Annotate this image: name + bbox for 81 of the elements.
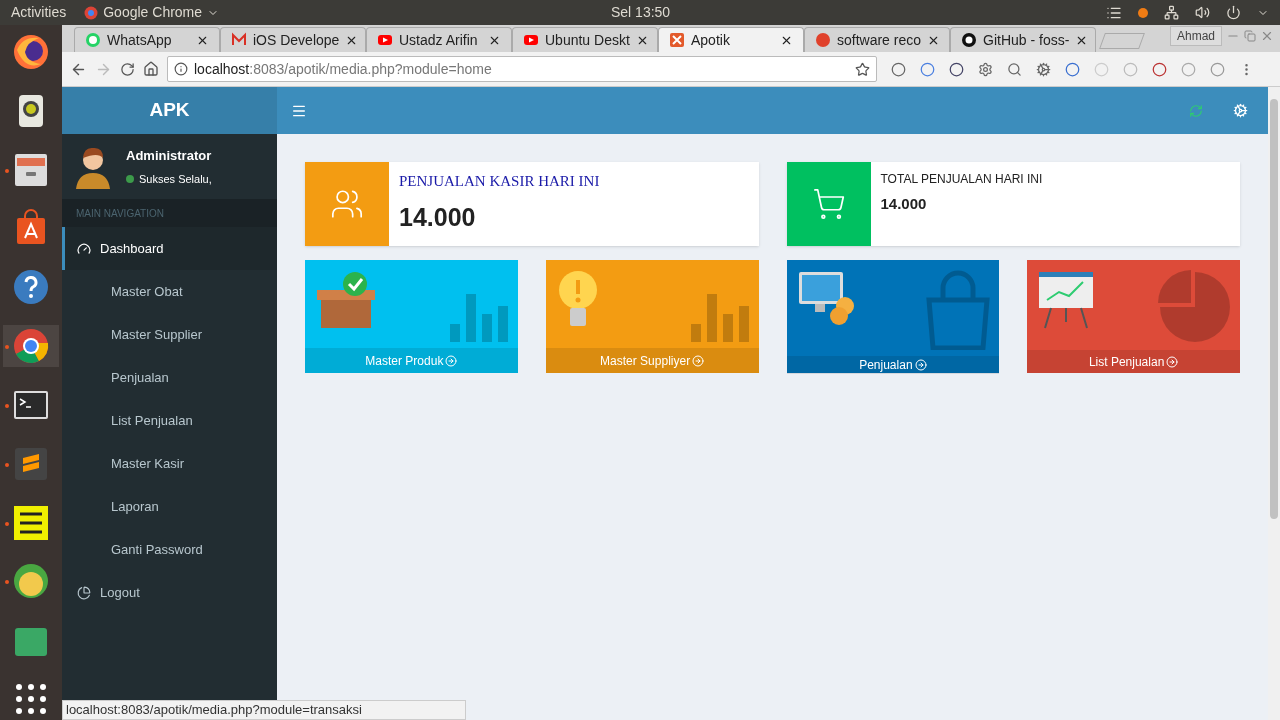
tab-title: software reco [837, 30, 922, 50]
browser-tab[interactable]: software reco [804, 27, 950, 52]
app-menu[interactable]: Google Chrome [84, 2, 220, 23]
running-indicator [5, 462, 9, 467]
running-indicator [5, 580, 9, 585]
dashboard-icon [77, 241, 91, 256]
tab-title: GitHub - foss- [983, 30, 1070, 50]
extension-icon[interactable] [978, 61, 993, 77]
browser-tab[interactable]: Ubuntu Deskt [512, 27, 658, 52]
tab-title: Apotik [691, 30, 730, 50]
arrow-circle-icon [445, 354, 458, 367]
home-icon[interactable] [143, 61, 159, 77]
tile-label: Penjualan [859, 357, 913, 374]
chart-board-icon [1037, 270, 1096, 330]
clock[interactable]: Sel 13:50 [611, 2, 671, 23]
scrollbar-thumb[interactable] [1270, 99, 1278, 519]
tile-footer[interactable]: Penjualan [786, 356, 1000, 374]
menu-item[interactable]: Logout [62, 571, 277, 614]
profile-button[interactable]: Ahmad [1169, 26, 1222, 46]
activities-button[interactable]: Activities [11, 2, 67, 23]
address-bar[interactable]: localhost:8083/apotik/media.php?module=home [167, 56, 877, 82]
tab-title: WhatsApp [107, 30, 172, 50]
extension-icon[interactable] [949, 61, 964, 77]
url-text: localhost:8083/apotik/media.php?module=home [194, 59, 492, 79]
power-icon[interactable] [1226, 5, 1241, 20]
tile-label: Master Suppliyer [600, 352, 691, 370]
settings-icon[interactable] [1233, 103, 1248, 118]
browser-tab[interactable]: GitHub - foss- [950, 27, 1096, 52]
extension-icon[interactable] [891, 61, 906, 77]
running-indicator [5, 345, 9, 350]
extension-icon[interactable] [1036, 61, 1051, 77]
extension-icon[interactable] [1065, 61, 1080, 77]
users-icon [330, 187, 364, 221]
volume-icon[interactable] [1195, 5, 1210, 20]
arrow-circle-icon [1166, 355, 1179, 368]
tile-label: List Penjualan [1088, 353, 1165, 371]
extension-icon[interactable] [1152, 61, 1167, 77]
play-icon [523, 32, 539, 48]
info-box-title: TOTAL PENJUALAN HARI INI [880, 171, 1043, 188]
user-name: Administrator [126, 146, 212, 165]
browser-tab[interactable]: WhatsApp [74, 27, 220, 52]
pie-chart-icon [1158, 270, 1232, 344]
cart-icon [811, 187, 846, 221]
tab-title: Ustadz Arifin [399, 30, 478, 50]
shortcut-tile[interactable]: Penjualan [786, 260, 1000, 373]
mail-icon [231, 32, 247, 48]
bookmark-star-icon[interactable] [855, 61, 870, 77]
user-status: Sukses Selalu, [139, 172, 212, 187]
tile-label: Master Produk [365, 352, 444, 370]
network-icon[interactable] [1164, 5, 1179, 20]
info-box-value: 14.000 [399, 201, 477, 233]
arrow-circle-icon [914, 359, 927, 371]
square-logo-icon [669, 32, 685, 48]
play-icon [377, 32, 393, 48]
status-bubble: localhost:8083/apotik/media.php?module=transaksi [62, 700, 466, 720]
reload-icon[interactable] [120, 61, 135, 77]
running-indicator [5, 403, 9, 408]
pie-chart-icon [77, 585, 91, 600]
nav-header: MAIN NAVIGATION [62, 199, 277, 227]
running-indicator [5, 521, 9, 526]
chrome-icon [84, 5, 99, 20]
info-icon [174, 62, 188, 76]
shortcut-tile[interactable]: List Penjualan [1027, 260, 1240, 373]
arrow-circle-icon [692, 354, 705, 367]
shopping-bag-icon [925, 270, 992, 350]
browser-tab[interactable]: Apotik [658, 27, 804, 52]
menu-item[interactable]: Dashboard [62, 227, 277, 270]
chat-icon [85, 32, 101, 48]
search-icon[interactable] [1007, 61, 1022, 77]
info-box-value: 14.000 [880, 194, 928, 214]
running-indicator [5, 168, 9, 173]
browser-tab[interactable]: iOS Develope [220, 27, 366, 52]
tile-footer[interactable]: List Penjualan [1027, 350, 1240, 373]
tab-title: Ubuntu Deskt [545, 30, 630, 50]
circle-logo-icon [815, 32, 831, 48]
extension-icon[interactable] [920, 61, 935, 77]
browser-tab[interactable]: Ustadz Arifin [366, 27, 512, 52]
info-box-title: PENJUALAN KASIR HARI INI [399, 172, 600, 191]
dock-item[interactable] [3, 325, 59, 367]
tab-title: iOS Develope [253, 30, 340, 50]
brand-logo[interactable]: APK [149, 96, 190, 125]
